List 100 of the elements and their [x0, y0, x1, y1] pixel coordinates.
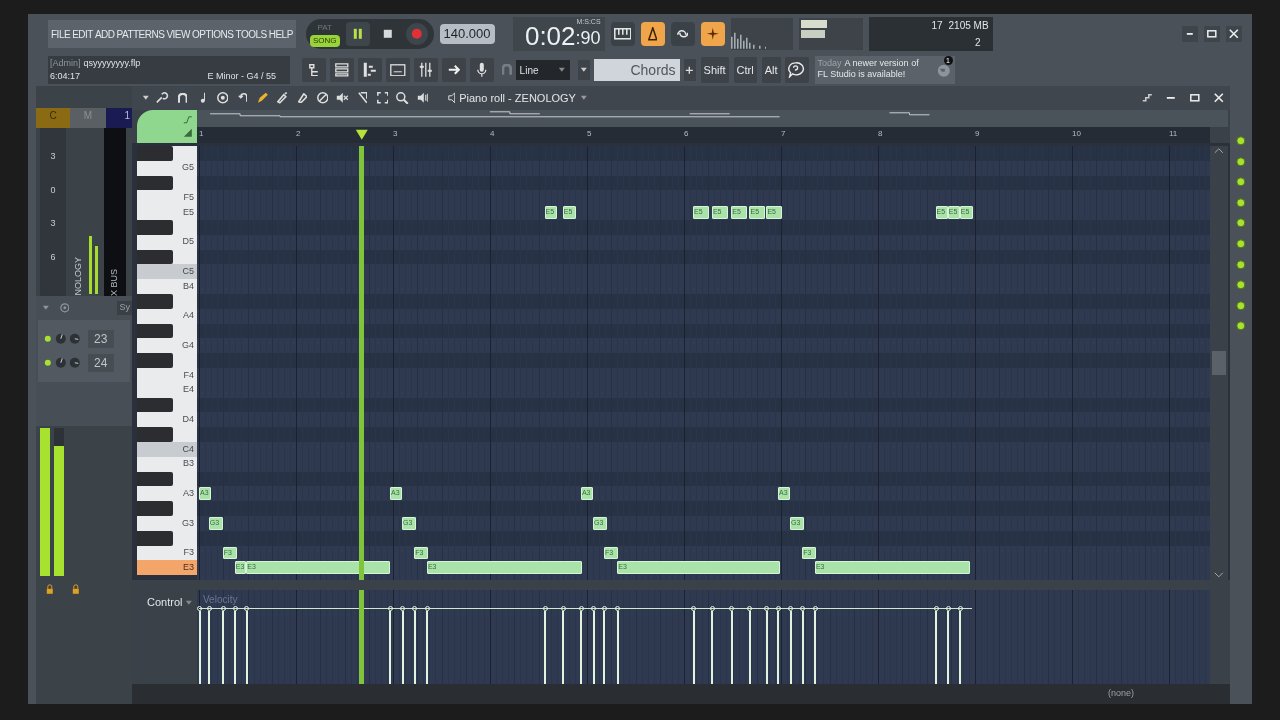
scale-label: 6: [50, 250, 56, 264]
scrollbar[interactable]: [1210, 146, 1228, 580]
led-icon: [1236, 177, 1246, 187]
tool-button[interactable]: [395, 91, 410, 105]
window-button[interactable]: [1188, 91, 1202, 105]
toolbar-button[interactable]: [442, 58, 466, 82]
chevron-up-icon: [1214, 148, 1224, 154]
tool-button[interactable]: [255, 91, 270, 105]
piano-key[interactable]: F5: [137, 190, 197, 206]
mode-toggle[interactable]: SONG: [310, 34, 340, 47]
folder-tree-icon: [309, 63, 319, 77]
lock-icon: [71, 584, 80, 595]
channel-selector[interactable]: (none): [1108, 687, 1134, 701]
toolbar-button[interactable]: [700, 22, 725, 46]
dropdown-button[interactable]: [577, 60, 590, 80]
piano-key[interactable]: C5: [137, 264, 197, 280]
scrollbar-thumb[interactable]: [1212, 351, 1226, 375]
knob-icon: [69, 333, 81, 345]
pause-button[interactable]: [345, 22, 370, 46]
toolbar-button[interactable]: [358, 58, 382, 82]
toolbar-button[interactable]: [330, 58, 354, 82]
piano-key[interactable]: A3: [137, 486, 197, 502]
tool-button[interactable]: [155, 91, 170, 105]
chords-dropdown[interactable]: Chords: [593, 59, 680, 81]
toolbar-button[interactable]: [670, 22, 695, 46]
record-button[interactable]: [405, 23, 428, 45]
modifier-key-button[interactable]: Ctrl: [733, 57, 757, 83]
menu-item[interactable]: TOOLS: [235, 26, 267, 42]
modifier-key-button[interactable]: Alt: [761, 57, 781, 83]
help-button[interactable]: [784, 57, 809, 83]
toolbar-button[interactable]: [302, 58, 326, 82]
tool-button[interactable]: [295, 91, 310, 105]
tool-button[interactable]: [415, 91, 430, 105]
minimize-icon: [1166, 97, 1176, 99]
tool-button[interactable]: [315, 91, 330, 105]
tool-button[interactable]: [335, 91, 350, 105]
window-button[interactable]: [1182, 26, 1198, 42]
loop-icon: [676, 30, 689, 38]
piano-key[interactable]: D4: [137, 412, 197, 428]
news-message: Today A newer version of FL Studio is available!: [817, 58, 920, 80]
caret-icon: [558, 67, 566, 73]
scale-label: 0: [50, 183, 56, 197]
piano-key[interactable]: B4: [137, 279, 197, 294]
piano-key[interactable]: G4: [137, 338, 197, 354]
level-panel: [798, 18, 863, 50]
menu-item[interactable]: ADD: [94, 26, 115, 42]
window-button[interactable]: [1140, 91, 1154, 105]
menu-item[interactable]: EDIT: [72, 26, 93, 42]
window-button[interactable]: [1226, 26, 1242, 42]
tool-button[interactable]: [175, 91, 190, 105]
toolbar-button[interactable]: [640, 22, 665, 46]
toolbar-button[interactable]: [386, 58, 410, 82]
led-icon: [1236, 238, 1246, 249]
toolbar-button[interactable]: [610, 22, 635, 46]
control-dropdown[interactable]: Control: [147, 594, 183, 611]
project-file-name: qsyyyyyyyy.flp: [83, 57, 141, 70]
window-button[interactable]: [1204, 26, 1220, 42]
playhead-marker: [354, 129, 369, 141]
tool-button[interactable]: [275, 91, 290, 105]
mute-icon: [336, 92, 349, 104]
memory-usage: 2105 MB: [948, 19, 989, 33]
menu-item[interactable]: OPTIONS: [191, 26, 234, 42]
menu-item[interactable]: FILE: [51, 26, 71, 42]
led-icon: [44, 359, 52, 367]
mode-toggle[interactable]: PAT: [310, 21, 340, 34]
circle-icon: [216, 92, 229, 104]
microphone-icon: [477, 62, 487, 78]
tool-button[interactable]: [375, 91, 390, 105]
tool-button[interactable]: [215, 91, 230, 105]
stop-icon: [382, 29, 393, 39]
window-title: Piano roll - ZENOLOGY: [459, 90, 576, 106]
mixer-header[interactable]: C: [36, 108, 70, 128]
parameter-label: Velocity: [203, 593, 238, 607]
tool-button[interactable]: [235, 91, 250, 105]
scale-label: 3: [50, 150, 56, 163]
tempo-field[interactable]: 140.000: [439, 24, 495, 44]
menu-item[interactable]: PATTERNS: [116, 26, 165, 42]
modifier-key-button[interactable]: Shift: [700, 57, 729, 83]
piano-key[interactable]: E5: [137, 205, 197, 220]
zoom-icon: [396, 91, 409, 105]
eraser-icon: [297, 92, 308, 104]
toolbar-button[interactable]: [470, 58, 494, 82]
speaker-icon: [447, 92, 456, 104]
piano-key[interactable]: E3: [137, 560, 197, 576]
snap-dropdown[interactable]: Line: [515, 60, 570, 80]
menu-item[interactable]: HELP: [268, 26, 293, 42]
toolbar-button[interactable]: [414, 58, 438, 82]
add-button[interactable]: [683, 59, 696, 81]
list-icon: [335, 63, 349, 77]
led-icon: [44, 335, 52, 343]
window-button[interactable]: [1212, 91, 1226, 105]
bar-number: 5: [587, 128, 592, 140]
mixer-header[interactable]: 1: [106, 108, 132, 128]
menu-item[interactable]: VIEW: [166, 26, 190, 42]
led-icon: [1236, 321, 1246, 331]
mixer-tab[interactable]: Sy: [117, 301, 132, 315]
hint-user: [Admin]: [50, 57, 81, 70]
bar-number: 11: [1169, 128, 1178, 140]
brush-icon: [277, 92, 288, 104]
caret-icon: [42, 305, 50, 311]
